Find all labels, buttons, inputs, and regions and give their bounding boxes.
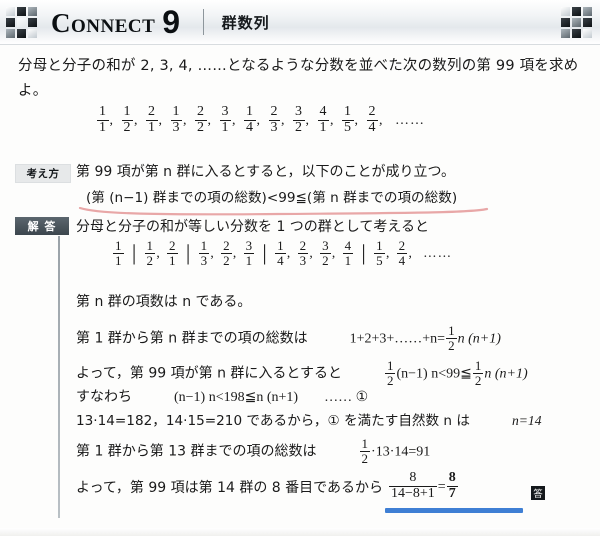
- half-fraction: 12: [472, 358, 484, 388]
- solution-vertical-rule: [58, 236, 60, 518]
- solution-line-g13: 第 1 群から第 13 群までの項の総数は 1 2·13·14=91: [76, 436, 431, 466]
- half-fraction: 12: [446, 323, 457, 353]
- group-separator: |: [131, 240, 137, 266]
- fraction: 12: [121, 104, 133, 135]
- solution-grouped-sequence: 1 1 | 1 2, 2 1 | 1 3, 2 2, 3 1 | 1 4, 2 3, 3 2, 4 1 | 1 5, 2 4,……: [113, 238, 453, 268]
- final-answer-left-fraction: 8 14−8+1: [389, 470, 437, 501]
- fraction: 31: [219, 104, 231, 135]
- header-divider: [202, 9, 204, 35]
- fraction: 32: [320, 238, 331, 268]
- page-edge: [0, 528, 600, 536]
- solution-line-total-label: 第 1 群から第 n 群までの項の総数は: [76, 330, 308, 347]
- group-separator: |: [361, 240, 367, 266]
- fraction: 24: [396, 238, 408, 268]
- approach-label: 考え方: [15, 164, 71, 183]
- subject-title: 群数列: [221, 13, 270, 32]
- final-answer-equals: =: [437, 479, 446, 495]
- fraction: 12: [144, 238, 156, 268]
- fraction: 11: [97, 104, 109, 135]
- fraction: 23: [268, 104, 280, 135]
- grid-3x3-icon: [561, 6, 592, 38]
- fraction: 21: [146, 104, 158, 135]
- fraction: 14: [244, 104, 256, 135]
- fraction: 31: [243, 238, 255, 268]
- fraction: 24: [366, 104, 378, 135]
- fraction: 41: [342, 238, 354, 268]
- solution-line-product-result: n=14: [511, 413, 542, 428]
- series-title-text: Connect: [51, 8, 156, 38]
- fraction: 15: [374, 238, 385, 268]
- solution-line-total: 第 1 群から第 n 群までの項の総数は 1+2+3+……+n= 1 2 n (n+1): [76, 323, 501, 353]
- solution-line-yotte: よって，第 99 項が第 n 群に入るとすると 1 2 (n−1) n<99≦ 1 2 n …: [76, 358, 528, 388]
- solution-line-yotte-math-mid: (n−1) n<99≦: [396, 366, 472, 382]
- final-answer-underline: [385, 508, 523, 513]
- approach-line-2: (第 (n−1) 群までの項の総数)<99≦(第 n 群までの項の総数): [86, 190, 458, 206]
- solution-line-g13-label: 第 1 群から第 13 群までの項の総数は: [76, 443, 317, 460]
- half-fraction: 12: [359, 436, 371, 466]
- group-sequence-ellipsis: ……: [423, 245, 453, 261]
- series-title: Connect 9: [51, 6, 181, 38]
- solution-line-product: 13·14=182，14·15=210 であるから，① を満たす自然数 n は n…: [76, 411, 542, 431]
- fraction: 13: [198, 238, 210, 268]
- fraction: 41: [317, 104, 329, 135]
- fraction: 13: [170, 104, 182, 135]
- approach-line-1: 第 99 項が第 n 群に入るとすると，以下のことが成り立つ。: [76, 164, 455, 180]
- solution-line-terms: 第 n 群の項数は n である。: [76, 294, 252, 310]
- fraction: 22: [195, 104, 207, 135]
- solution-line-sunawachi-label: すなわち: [76, 389, 132, 405]
- fraction: 32: [293, 104, 305, 135]
- solution-line-yotte-label: よって，第 99 項が第 n 群に入るとすると: [76, 365, 342, 382]
- solution-line-sunawachi: すなわち (n−1) n<198≦n (n+1) …… ①: [76, 387, 368, 408]
- solution-label: 解 答: [15, 217, 69, 235]
- series-number: 9: [162, 4, 181, 40]
- problem-statement: 分母と分子の和が 2, 3, 4, ……となるような分数を並べた次の数列の第 9…: [18, 58, 579, 99]
- fraction: 21: [167, 238, 178, 268]
- solution-line-product-text: 13·14=182，14·15=210 であるから，① を満たす自然数 n は: [76, 413, 470, 429]
- answer-badge: 答: [531, 486, 545, 500]
- group-separator: |: [185, 240, 191, 266]
- solution-line-sunawachi-ref: …… ①: [324, 390, 369, 405]
- approach-underline: [78, 207, 489, 216]
- solution-line-g13-math: ·13·14=91: [371, 444, 431, 460]
- grid-3x3-icon: [6, 6, 37, 38]
- solution-intro: 分母と分子の和が等しい分数を 1 つの群として考えると: [76, 219, 429, 235]
- solution-line-sunawachi-math: (n−1) n<198≦n (n+1): [174, 390, 299, 405]
- fraction: 22: [221, 238, 232, 268]
- half-fraction: 12: [384, 358, 396, 388]
- final-answer-right-fraction: 8 7: [446, 470, 458, 501]
- final-answer: 8 14−8+1 = 8 7: [388, 470, 459, 502]
- fraction: 23: [297, 238, 309, 268]
- solution-line-yotte-math-suffix: n (n+1): [484, 366, 528, 382]
- fraction: 11: [113, 238, 124, 268]
- solution-line-total-math-suffix: n (n+1): [457, 331, 501, 347]
- fraction: 15: [342, 104, 354, 135]
- page-header: Connect 9 群数列: [0, 0, 600, 45]
- solution-line-conclusion: よって，第 99 項は第 14 群の 8 番目であるから: [76, 480, 383, 496]
- group-separator: |: [262, 240, 268, 266]
- problem-sequence: 1 1, 1 2, 2 1, 1 3, 2 2, 3 1, 1 4, 2 3, 3 2, 4 1, 1 5, 2 4,……: [97, 104, 425, 135]
- fraction: 14: [275, 238, 286, 268]
- solution-line-total-math-prefix: 1+2+3+……+n=: [349, 331, 446, 347]
- sequence-ellipsis: ……: [395, 113, 425, 129]
